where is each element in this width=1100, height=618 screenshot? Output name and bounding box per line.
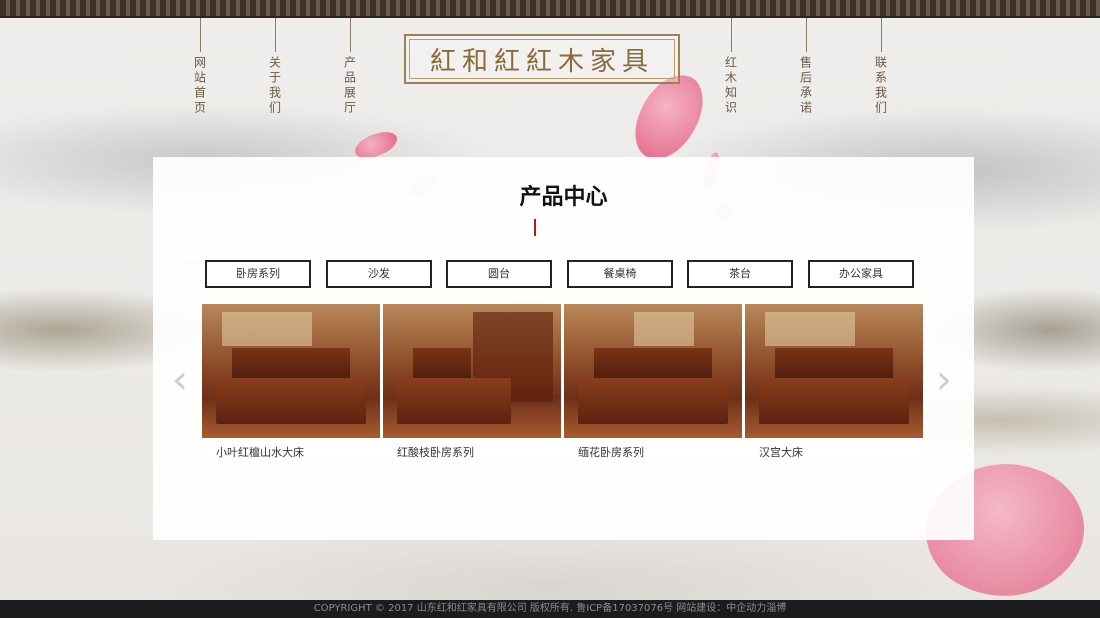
bed-headboard	[232, 348, 350, 382]
hanging-string	[730, 18, 732, 52]
copyright-text: COPYRIGHT © 2017 山东红和红家具有限公司 版权所有. 鲁ICP备…	[313, 603, 787, 614]
carousel-next-arrow[interactable]: ›	[936, 360, 952, 400]
site-footer: COPYRIGHT © 2017 山东红和红家具有限公司 版权所有. 鲁ICP备…	[0, 600, 1100, 618]
hanging-string	[274, 18, 276, 52]
product-image	[564, 304, 742, 438]
product-image	[383, 304, 561, 438]
nav-item-after-sales[interactable]: 售后承诺	[796, 18, 816, 116]
nav-label: 关于我们	[267, 56, 282, 116]
roof-tile-border	[0, 0, 1100, 18]
product-caption[interactable]: 小叶红檀山水大床	[202, 438, 382, 460]
nav-label: 网站首页	[192, 56, 207, 116]
nav-item-knowledge[interactable]: 红木知识	[721, 18, 741, 116]
nav-label: 红木知识	[723, 56, 738, 116]
hanging-string	[349, 18, 351, 52]
product-caption[interactable]: 缅花卧房系列	[564, 438, 744, 460]
product-card[interactable]: 汉宫大床	[745, 304, 925, 460]
hanging-string	[805, 18, 807, 52]
wall-painting	[765, 312, 855, 346]
bed-headboard	[594, 348, 712, 382]
nav-label: 售后承诺	[798, 56, 813, 116]
product-card[interactable]: 小叶红檀山水大床	[202, 304, 382, 460]
bed-frame	[216, 378, 366, 424]
hanging-string	[199, 18, 201, 52]
wall-painting	[634, 312, 694, 346]
bed-headboard	[413, 348, 471, 382]
bed-headboard	[775, 348, 893, 382]
product-image	[202, 304, 380, 438]
tab-office[interactable]: 办公家具	[808, 260, 914, 288]
tab-bedroom[interactable]: 卧房系列	[205, 260, 311, 288]
section-title: 产品中心	[519, 185, 608, 210]
title-accent-bar	[534, 219, 536, 236]
nav-item-showroom[interactable]: 产品展厅	[340, 18, 360, 116]
site-logo[interactable]: 紅和紅紅木家具	[404, 34, 680, 84]
bed-frame	[759, 378, 909, 424]
product-center-panel: 产品中心 卧房系列 沙发 圆台 餐桌椅 茶台 办公家具 小叶红檀山水大床 红酸枝…	[153, 157, 974, 540]
nav-item-about[interactable]: 关于我们	[265, 18, 285, 116]
nav-label: 联系我们	[873, 56, 888, 116]
tab-tea-table[interactable]: 茶台	[687, 260, 793, 288]
nav-item-contact[interactable]: 联系我们	[871, 18, 891, 116]
tab-sofa[interactable]: 沙发	[326, 260, 432, 288]
nav-label: 产品展厅	[342, 56, 357, 116]
carousel-prev-arrow[interactable]: ‹	[172, 360, 188, 400]
logo-text: 紅和紅紅木家具	[429, 46, 654, 77]
product-caption[interactable]: 汉宫大床	[745, 438, 925, 460]
product-card[interactable]: 红酸枝卧房系列	[383, 304, 563, 460]
nav-item-home[interactable]: 网站首页	[190, 18, 210, 116]
product-image	[745, 304, 923, 438]
wall-painting	[222, 312, 312, 346]
product-caption[interactable]: 红酸枝卧房系列	[383, 438, 563, 460]
tab-dining[interactable]: 餐桌椅	[567, 260, 673, 288]
bed-frame	[578, 378, 728, 424]
bed-frame	[397, 378, 511, 424]
hanging-string	[880, 18, 882, 52]
tab-round-table[interactable]: 圆台	[446, 260, 552, 288]
product-card[interactable]: 缅花卧房系列	[564, 304, 744, 460]
